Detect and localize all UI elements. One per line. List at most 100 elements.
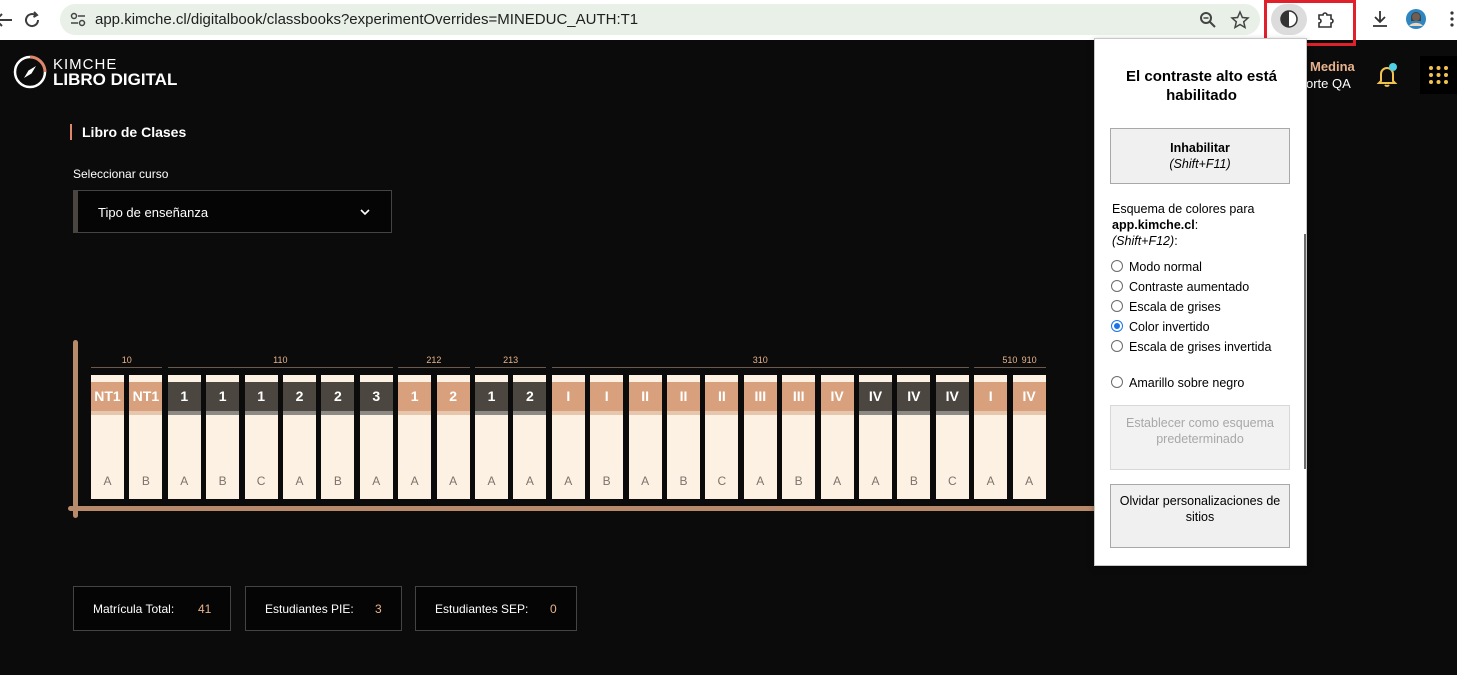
classbook-0[interactable]: NT1 A <box>91 375 124 499</box>
classbook-12[interactable]: IA <box>551 375 585 499</box>
classbook-11[interactable]: 2A <box>513 375 547 499</box>
classbook-10[interactable]: 1A <box>475 375 508 499</box>
bookmark-star-icon[interactable] <box>1230 10 1250 30</box>
radio-option-1[interactable]: Contraste aumentado <box>1111 280 1296 294</box>
radio-checked-icon[interactable] <box>1111 320 1123 332</box>
browser-menu-icon[interactable] <box>1442 9 1457 29</box>
classbook-23[interactable]: IA <box>974 375 1008 499</box>
classbook-20[interactable]: IV A <box>859 375 892 499</box>
course-type-dropdown[interactable]: Tipo de enseñanza <box>73 190 392 233</box>
grade-group-label: 213 <box>503 355 519 365</box>
classbook-5[interactable]: 2A <box>283 375 316 499</box>
classbook-stripe <box>667 411 700 415</box>
classbook-section-letter: B <box>679 474 688 488</box>
stat-pie-value: 3 <box>375 602 382 616</box>
classbook-stripe <box>782 411 816 415</box>
apps-grid-icon[interactable] <box>1420 56 1457 94</box>
classbook-stripe <box>206 411 240 415</box>
zoom-icon[interactable] <box>1198 10 1218 30</box>
classbook-18[interactable]: III B <box>782 375 816 499</box>
notifications-bell-icon[interactable] <box>1374 62 1402 90</box>
classbook-stripe <box>359 411 393 415</box>
classbook-level: 2 <box>321 382 355 411</box>
classbook-stripe <box>91 411 124 415</box>
grade-group-label: 310 <box>752 355 768 365</box>
radio-unchecked-icon[interactable] <box>1111 376 1123 388</box>
classbook-section-letter: A <box>525 474 534 488</box>
reload-icon[interactable] <box>20 8 44 32</box>
grade-group-line <box>398 367 470 368</box>
radio-option-3[interactable]: Color invertido <box>1111 320 1296 334</box>
classbook-7[interactable]: 3A <box>359 375 393 499</box>
classbook-level: NT1 <box>91 382 124 411</box>
radio-option-0[interactable]: Modo normal <box>1111 260 1296 274</box>
classbook-stripe <box>398 411 432 415</box>
profile-avatar[interactable] <box>1405 8 1426 29</box>
radio-option-4[interactable]: Escala de grises invertida <box>1111 340 1296 354</box>
classbook-section-letter: B <box>794 474 803 488</box>
site-settings-icon[interactable] <box>70 12 86 27</box>
classbook-3[interactable]: 1B <box>206 375 240 499</box>
radio-unchecked-icon[interactable] <box>1111 260 1123 272</box>
classbook-section-letter: B <box>218 474 227 488</box>
url-text[interactable]: app.kimche.cl/digitalbook/classbooks?exp… <box>95 11 638 28</box>
shelf-vertical-bar <box>73 340 78 518</box>
classbook-stripe <box>743 411 777 415</box>
classbook-section-letter: A <box>871 474 880 488</box>
classbook-16[interactable]: II C <box>705 375 739 499</box>
forget-customizations-button[interactable]: Olvidar personalizaciones de sitios <box>1110 484 1290 548</box>
classbook-22[interactable]: IV C <box>935 375 969 499</box>
user-name[interactable]: Medina <box>1310 59 1355 74</box>
classbook-13[interactable]: IB <box>590 375 624 499</box>
classbook-level: I <box>551 382 585 411</box>
classbook-level: III <box>743 382 777 411</box>
radio-option-label: Amarillo sobre negro <box>1129 376 1245 390</box>
classbook-6[interactable]: 2B <box>321 375 355 499</box>
logo-text-libro-digital: LIBRO DIGITAL <box>53 70 178 89</box>
classbook-4[interactable]: 1C <box>244 375 278 499</box>
classbook-19[interactable]: IV A <box>820 375 854 499</box>
set-default-button[interactable]: Establecer como esquema predeterminado <box>1110 405 1290 470</box>
grade-group-label: 212 <box>426 355 442 365</box>
classbook-15[interactable]: II B <box>667 375 700 499</box>
page-title: Libro de Clases <box>70 124 186 140</box>
classbook-24[interactable]: IV A <box>1012 375 1046 499</box>
disable-button[interactable]: Inhabilitar (Shift+F11) <box>1110 128 1290 184</box>
stat-total-label: Matrícula Total: <box>93 602 175 616</box>
back-icon[interactable] <box>0 8 16 32</box>
classbook-section-letter: A <box>372 474 381 488</box>
classbook-stripe <box>628 411 662 415</box>
popup-title: El contraste alto está habilitado <box>1126 68 1277 104</box>
chevron-down-icon <box>359 205 371 217</box>
address-bar[interactable]: app.kimche.cl/digitalbook/classbooks?exp… <box>60 4 1260 35</box>
stat-pie-label: Estudiantes PIE: <box>265 602 354 616</box>
classbook-stripe <box>820 411 854 415</box>
radio-unchecked-icon[interactable] <box>1111 300 1123 312</box>
radio-unchecked-icon[interactable] <box>1111 340 1123 352</box>
classbook-section-letter: A <box>1025 474 1034 488</box>
classbook-section-letter: C <box>947 474 957 488</box>
radio-option-5[interactable]: Amarillo sobre negro <box>1111 376 1296 390</box>
classbook-21[interactable]: IV B <box>897 375 931 499</box>
popup-scrollbar[interactable] <box>1304 234 1306 469</box>
classbook-stripe <box>321 411 355 415</box>
scheme-colon: : <box>1194 218 1199 232</box>
classbook-level: 2 <box>436 382 470 411</box>
classbook-14[interactable]: II A <box>628 375 662 499</box>
classbook-2[interactable]: 1A <box>167 375 201 499</box>
classbook-section-letter: B <box>909 474 918 488</box>
stat-sep-label: Estudiantes SEP: <box>435 602 529 616</box>
classbook-17[interactable]: III A <box>743 375 777 499</box>
classbook-section-letter: A <box>641 474 650 488</box>
shelf-horizontal-bar <box>68 506 1108 511</box>
radio-option-2[interactable]: Escala de grises <box>1111 300 1296 314</box>
classbook-9[interactable]: 2A <box>436 375 470 499</box>
classbook-1[interactable]: NT1 B <box>129 375 163 499</box>
classbook-level: IV <box>859 382 892 411</box>
classbook-section-letter: A <box>986 474 995 488</box>
classbook-8[interactable]: 1A <box>398 375 432 499</box>
classbook-section-letter: A <box>487 474 496 488</box>
radio-unchecked-icon[interactable] <box>1111 280 1123 292</box>
download-icon[interactable] <box>1370 9 1390 29</box>
color-scheme-description: Esquema de colores para app.kimche.cl: (… <box>1112 201 1292 249</box>
